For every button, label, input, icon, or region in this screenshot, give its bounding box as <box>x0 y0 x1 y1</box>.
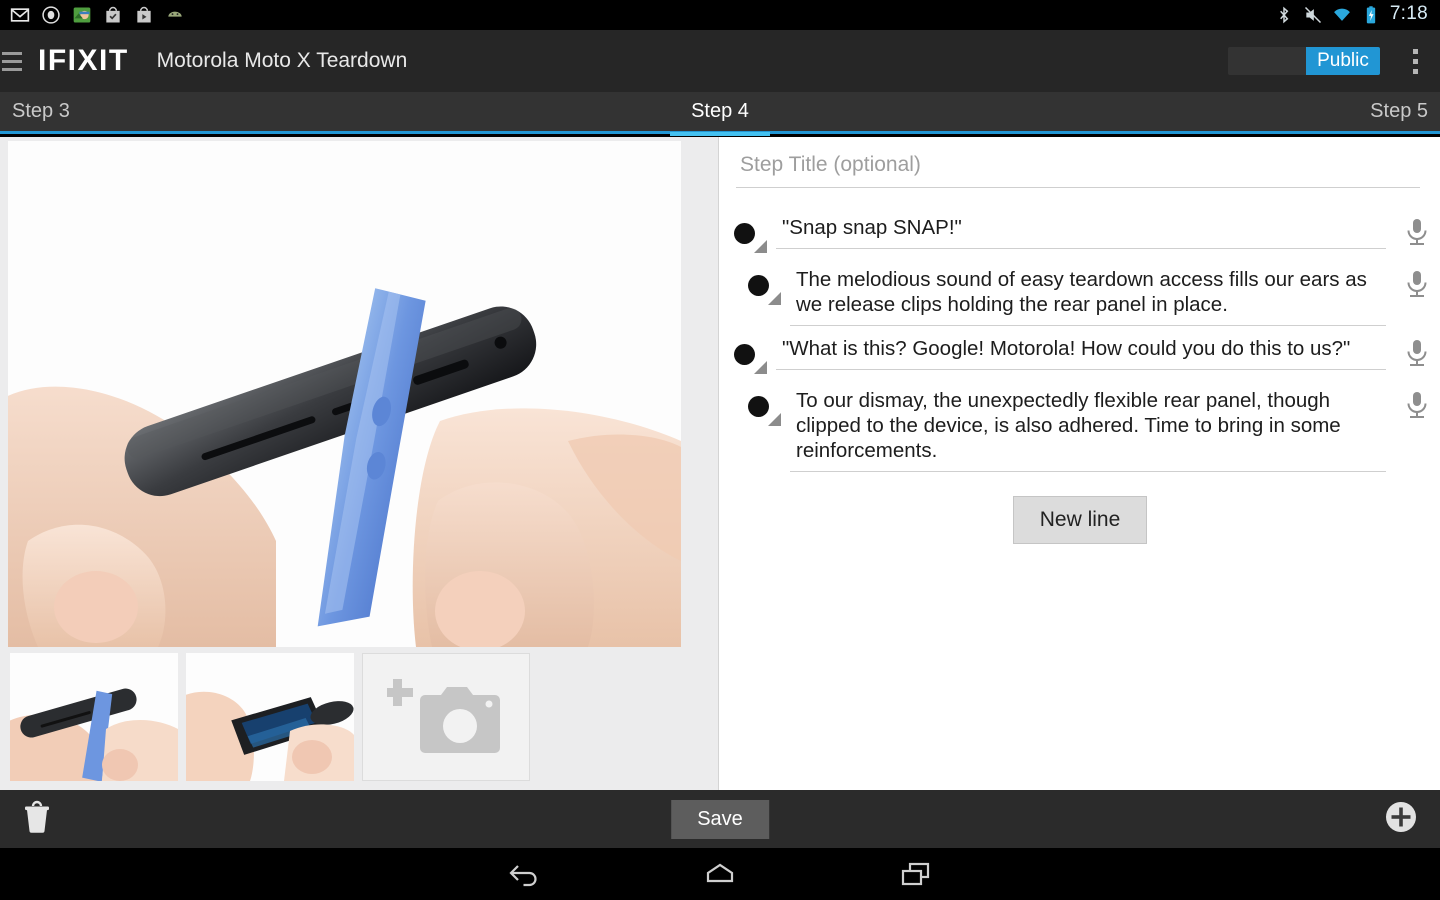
save-button[interactable]: Save <box>671 799 769 839</box>
bullet-marker <box>734 386 790 430</box>
status-badge[interactable]: Public <box>1306 47 1380 75</box>
add-photo-button[interactable] <box>362 653 530 781</box>
editor-bottom-bar: Save <box>0 790 1440 848</box>
system-status-icons: 7:18 <box>1274 3 1440 27</box>
bullet-marker <box>720 334 776 378</box>
game-avatar-icon <box>73 7 91 23</box>
bullet-list: "Snap snap SNAP!" The melodious sound of… <box>720 207 1440 544</box>
drag-handle-icon[interactable] <box>768 292 781 305</box>
bullet-text-input[interactable]: "Snap snap SNAP!" <box>776 213 1386 249</box>
bullet-item: "What is this? Google! Motorola! How cou… <box>720 328 1440 380</box>
new-line-row: New line <box>720 496 1440 544</box>
hero-image-graphic <box>8 141 681 647</box>
microphone-icon <box>1407 271 1427 297</box>
bullet-text-input[interactable]: To our dismay, the unexpectedly flexible… <box>790 386 1386 472</box>
page-title: Motorola Moto X Teardown <box>156 49 408 72</box>
step-title-input[interactable] <box>736 149 1420 188</box>
drag-handle-icon[interactable] <box>768 413 781 426</box>
bullet-text-input[interactable]: "What is this? Google! Motorola! How cou… <box>776 334 1386 370</box>
battery-charging-icon <box>1366 6 1375 24</box>
microphone-icon <box>1407 340 1427 366</box>
voice-input-button[interactable] <box>1394 386 1440 420</box>
recents-icon <box>901 862 930 886</box>
thumbnail-item[interactable] <box>186 653 354 781</box>
disc-icon <box>42 6 60 24</box>
step-tab-bar: Step 3 Step 4 Step 5 <box>0 91 1440 136</box>
wifi-icon <box>1333 8 1350 21</box>
thumbnail-item[interactable] <box>10 653 178 781</box>
overflow-menu-icon[interactable] <box>1402 39 1428 83</box>
back-arrow-icon <box>509 865 537 887</box>
add-photo-camera-icon <box>387 679 500 753</box>
new-line-button[interactable]: New line <box>1012 496 1148 544</box>
tab-step-next[interactable]: Step 5 <box>1358 100 1440 123</box>
step-title-field <box>736 149 1420 188</box>
nav-recents-button[interactable] <box>889 848 941 900</box>
tab-step-current[interactable]: Step 4 <box>670 91 770 136</box>
delete-step-button[interactable] <box>22 800 52 839</box>
text-editor-pane: "Snap snap SNAP!" <box>720 137 1440 790</box>
gmail-icon <box>10 8 30 22</box>
hero-image[interactable] <box>8 141 681 647</box>
black-bullet-icon <box>748 275 769 296</box>
add-circle-icon <box>1386 801 1416 832</box>
android-nav-bar <box>0 848 1440 900</box>
action-bar-right: Public <box>1228 39 1440 83</box>
bullet-marker <box>720 213 776 257</box>
bluetooth-icon <box>1279 6 1289 24</box>
visibility-toggle[interactable]: Public <box>1228 47 1380 75</box>
drag-handle-icon[interactable] <box>754 240 767 253</box>
ifixit-logo: IFIXIT <box>38 44 129 77</box>
black-bullet-icon <box>734 344 755 365</box>
nav-home-button[interactable] <box>694 848 746 900</box>
bullet-item: "Snap snap SNAP!" <box>720 207 1440 259</box>
add-step-button[interactable] <box>1384 800 1418 839</box>
bullet-item: To our dismay, the unexpectedly flexible… <box>720 380 1440 474</box>
notification-icons <box>0 5 185 25</box>
home-icon <box>706 863 734 883</box>
microphone-icon <box>1407 219 1427 245</box>
volume-muted-icon <box>1304 6 1321 24</box>
bullet-marker <box>734 265 790 309</box>
drag-handle-icon[interactable] <box>754 361 767 374</box>
editor-body: "Snap snap SNAP!" <box>0 137 1440 790</box>
play-store-icon <box>137 6 151 23</box>
trash-icon <box>25 800 49 833</box>
microphone-icon <box>1407 392 1427 418</box>
voice-input-button[interactable] <box>1394 334 1440 368</box>
thumbnail-graphic <box>186 653 354 781</box>
bullet-text-input[interactable]: The melodious sound of easy teardown acc… <box>790 265 1386 326</box>
status-clock: 7:18 <box>1389 3 1428 24</box>
app-root: 7:18 IFIXIT Motorola Moto X Teardown Pub… <box>0 0 1440 900</box>
android-status-bar: 7:18 <box>0 0 1440 30</box>
hamburger-menu-icon[interactable] <box>0 30 26 92</box>
voice-input-button[interactable] <box>1394 213 1440 247</box>
black-bullet-icon <box>748 396 769 417</box>
nav-back-button[interactable] <box>499 848 551 900</box>
android-icon <box>168 11 182 17</box>
tasks-icon <box>106 6 120 23</box>
black-bullet-icon <box>734 223 755 244</box>
thumbnail-graphic <box>10 653 178 781</box>
app-action-bar: IFIXIT Motorola Moto X Teardown Public <box>0 30 1440 92</box>
bullet-item: The melodious sound of easy teardown acc… <box>720 259 1440 328</box>
media-pane <box>0 137 719 790</box>
visibility-toggle-track <box>1228 47 1306 75</box>
tab-step-previous[interactable]: Step 3 <box>0 100 82 123</box>
voice-input-button[interactable] <box>1394 265 1440 299</box>
thumbnail-strip <box>10 653 530 781</box>
